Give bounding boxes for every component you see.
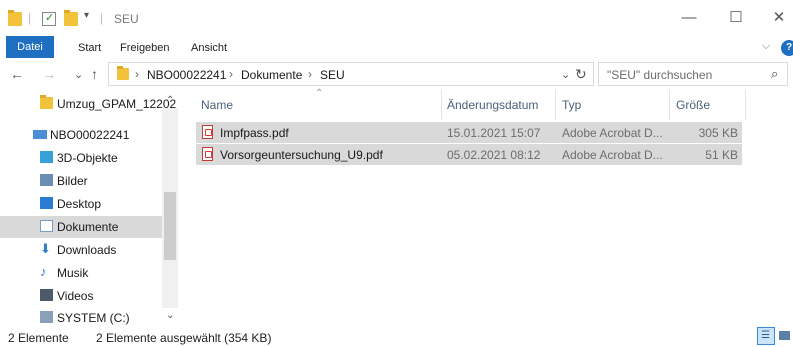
file-type: Adobe Acrobat D... bbox=[562, 148, 663, 162]
tab-datei[interactable]: Datei bbox=[6, 36, 54, 58]
column-header-size[interactable]: Größe bbox=[676, 98, 710, 112]
scrollbar-thumb[interactable] bbox=[164, 192, 176, 260]
quick-access-dropdown-icon[interactable]: ▾ bbox=[84, 10, 89, 21]
tab-freigeben[interactable]: Freigeben bbox=[120, 42, 170, 54]
file-size: 51 KB bbox=[705, 148, 738, 162]
large-icons-view-button[interactable] bbox=[777, 327, 793, 345]
3d-objects-icon bbox=[40, 151, 53, 163]
nav-item-videos[interactable]: Videos bbox=[0, 285, 162, 307]
help-icon[interactable]: ? bbox=[781, 40, 793, 56]
documents-icon bbox=[40, 220, 53, 232]
window-title: SEU bbox=[114, 12, 139, 26]
file-name: Vorsorgeuntersuchung_U9.pdf bbox=[220, 148, 383, 162]
drive-icon bbox=[40, 311, 53, 323]
nav-item-label: 3D-Objekte bbox=[57, 151, 118, 165]
column-divider[interactable] bbox=[745, 90, 746, 120]
details-view-button[interactable]: ☰ bbox=[757, 327, 775, 345]
folder-icon bbox=[117, 66, 129, 80]
pdf-icon bbox=[202, 147, 213, 161]
nav-item-label: NBO00022241 bbox=[50, 128, 130, 142]
refresh-icon[interactable]: ↻ bbox=[575, 66, 587, 83]
nav-item-label: SYSTEM (C:) bbox=[57, 311, 130, 325]
close-button[interactable]: ✕ bbox=[769, 8, 789, 28]
properties-icon[interactable]: ✓ bbox=[42, 12, 56, 26]
nav-item-label: Dokumente bbox=[57, 220, 119, 234]
nav-item-umzug[interactable]: Umzug_GPAM_12202 bbox=[0, 93, 176, 115]
recent-dropdown-icon[interactable]: ⌄ bbox=[74, 68, 83, 81]
status-item-count: 2 Elemente bbox=[8, 331, 69, 345]
nav-item-label: Desktop bbox=[57, 197, 102, 211]
nav-item-label: Videos bbox=[57, 289, 94, 303]
table-row[interactable]: Vorsorgeuntersuchung_U9.pdf 05.02.2021 0… bbox=[196, 144, 742, 165]
music-icon: ♪ bbox=[40, 264, 47, 279]
file-date: 05.02.2021 08:12 bbox=[447, 148, 541, 162]
breadcrumb-dokumente[interactable]: Dokumente bbox=[241, 68, 302, 82]
minimize-button[interactable]: — bbox=[679, 8, 699, 28]
search-placeholder: "SEU" durchsuchen bbox=[607, 68, 713, 82]
address-bar[interactable]: › NBO00022241 › Dokumente › SEU ⌄ ↻ bbox=[108, 62, 594, 86]
nav-item-dokumente[interactable]: Dokumente bbox=[0, 216, 162, 238]
desktop-icon bbox=[40, 197, 53, 209]
search-icon: ⌕ bbox=[771, 66, 779, 81]
status-selection: 2 Elemente ausgewählt (354 KB) bbox=[96, 331, 272, 345]
title-bar: | ✓ ▾ | SEU — ☐ ✕ bbox=[0, 0, 793, 34]
nav-item-label: Bilder bbox=[57, 174, 88, 188]
breadcrumb-chevron-icon: › bbox=[229, 67, 233, 81]
up-arrow-icon[interactable]: ↑ bbox=[91, 66, 98, 82]
separator: | bbox=[100, 11, 104, 25]
nav-item-musik[interactable]: ♪ Musik bbox=[0, 262, 162, 284]
videos-icon bbox=[40, 289, 53, 301]
separator: | bbox=[28, 11, 32, 25]
scroll-up-icon[interactable]: ⌃ bbox=[166, 95, 174, 106]
file-type: Adobe Acrobat D... bbox=[562, 126, 663, 140]
breadcrumb-chevron-icon: › bbox=[135, 67, 139, 81]
tab-ansicht[interactable]: Ansicht bbox=[191, 42, 227, 54]
nav-item-downloads[interactable]: ⬇ Downloads bbox=[0, 239, 162, 261]
ribbon-tabs bbox=[0, 34, 793, 60]
downloads-icon: ⬇ bbox=[40, 241, 51, 256]
column-divider[interactable] bbox=[555, 90, 556, 120]
nav-item-label: Umzug_GPAM_12202 bbox=[57, 97, 177, 111]
new-folder-icon[interactable] bbox=[64, 10, 78, 26]
maximize-button[interactable]: ☐ bbox=[726, 8, 746, 28]
nav-item-desktop[interactable]: Desktop bbox=[0, 193, 162, 215]
tab-start[interactable]: Start bbox=[78, 42, 101, 54]
nav-item-bilder[interactable]: Bilder bbox=[0, 170, 162, 192]
search-input[interactable]: "SEU" durchsuchen ⌕ bbox=[598, 62, 788, 86]
folder-icon bbox=[8, 10, 22, 26]
nav-item-label: Downloads bbox=[57, 243, 117, 257]
column-header-type[interactable]: Typ bbox=[562, 98, 581, 112]
address-dropdown-icon[interactable]: ⌄ bbox=[561, 68, 570, 81]
column-header-date[interactable]: Änderungsdatum bbox=[447, 98, 538, 112]
nav-item-label: Musik bbox=[57, 266, 89, 280]
file-name: Impfpass.pdf bbox=[220, 126, 289, 140]
nav-item-computer[interactable]: NBO00022241 bbox=[0, 124, 162, 146]
file-date: 15.01.2021 15:07 bbox=[447, 126, 541, 140]
column-divider[interactable] bbox=[441, 90, 442, 120]
sort-ascending-icon: ⌃ bbox=[315, 88, 324, 99]
pdf-icon bbox=[202, 125, 213, 139]
table-row[interactable]: Impfpass.pdf 15.01.2021 15:07 Adobe Acro… bbox=[196, 122, 742, 143]
breadcrumb-computer[interactable]: NBO00022241 bbox=[147, 68, 226, 82]
file-size: 305 KB bbox=[698, 126, 738, 140]
forward-arrow-icon[interactable]: → bbox=[42, 66, 56, 82]
breadcrumb-seu[interactable]: SEU bbox=[320, 68, 345, 82]
back-arrow-icon[interactable]: ← bbox=[10, 66, 24, 82]
column-divider[interactable] bbox=[669, 90, 670, 120]
scroll-down-icon[interactable]: ⌄ bbox=[166, 310, 174, 321]
nav-item-3d-objekte[interactable]: 3D-Objekte bbox=[0, 147, 162, 169]
pictures-icon bbox=[40, 174, 53, 186]
computer-icon bbox=[33, 130, 47, 139]
column-header-name[interactable]: Name bbox=[201, 98, 233, 112]
breadcrumb-chevron-icon: › bbox=[308, 67, 312, 81]
folder-icon bbox=[40, 95, 53, 109]
expand-ribbon-icon[interactable]: ⌵ bbox=[762, 40, 770, 53]
